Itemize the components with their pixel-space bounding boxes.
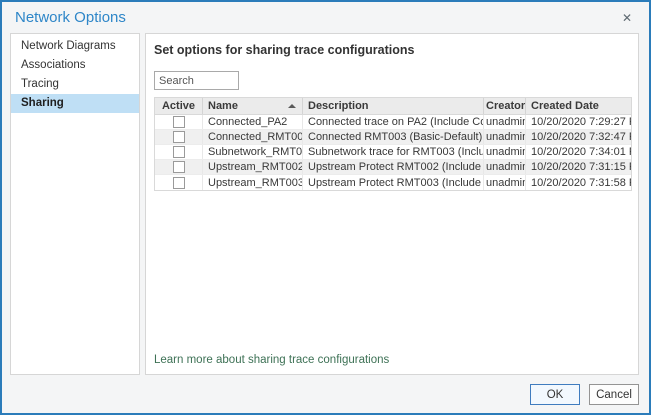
sort-ascending-icon (288, 104, 296, 108)
cell-name: Upstream_RMT002 (203, 160, 303, 174)
cell-created_date: 10/20/2020 7:31:58 PM (526, 175, 631, 190)
table-row[interactable]: Connected_RMT003Connected RMT003 (Basic-… (155, 130, 631, 145)
table-header-row: Active Name Description Creator Created … (155, 98, 631, 115)
table-row[interactable]: Upstream_RMT002Upstream Protect RMT002 (… (155, 160, 631, 175)
ok-button[interactable]: OK (530, 384, 580, 405)
column-header-creator[interactable]: Creator (484, 98, 526, 114)
cell-active (155, 175, 203, 190)
sharing-panel: Set options for sharing trace configurat… (145, 33, 639, 375)
sidebar-item-network-diagrams[interactable]: Network Diagrams (11, 37, 139, 56)
learn-more-link[interactable]: Learn more about sharing trace configura… (154, 354, 389, 366)
cell-description: Connected RMT003 (Basic-Default) (303, 130, 484, 144)
title-bar: Network Options ✕ (2, 2, 649, 33)
cell-name: Connected_PA2 (203, 115, 303, 129)
cell-description: Upstream Protect RMT003 (Include Content… (303, 175, 484, 190)
trace-config-table: Active Name Description Creator Created … (154, 97, 632, 191)
cell-name: Subnetwork_RMT003 (203, 145, 303, 159)
cell-description: Upstream Protect RMT002 (Include Contain… (303, 160, 484, 174)
search-input[interactable] (154, 71, 239, 90)
network-options-dialog: Network Options ✕ Network DiagramsAssoci… (0, 0, 651, 415)
cancel-button[interactable]: Cancel (589, 384, 639, 405)
cell-name: Connected_RMT003 (203, 130, 303, 144)
cell-active (155, 145, 203, 159)
cell-active (155, 160, 203, 174)
column-header-created-date[interactable]: Created Date (526, 98, 631, 114)
active-checkbox[interactable] (173, 161, 185, 173)
dialog-title: Network Options (15, 9, 126, 26)
table-row[interactable]: Subnetwork_RMT003Subnetwork trace for RM… (155, 145, 631, 160)
column-header-name-label: Name (208, 98, 238, 114)
cell-creator: unadmin (484, 160, 526, 174)
cell-created_date: 10/20/2020 7:29:27 PM (526, 115, 631, 129)
cell-creator: unadmin (484, 130, 526, 144)
active-checkbox[interactable] (173, 116, 185, 128)
cell-creator: unadmin (484, 115, 526, 129)
close-icon[interactable]: ✕ (619, 10, 635, 26)
column-header-active[interactable]: Active (155, 98, 203, 114)
sidebar-item-sharing[interactable]: Sharing (11, 94, 139, 113)
sidebar-item-tracing[interactable]: Tracing (11, 75, 139, 94)
table-row[interactable]: Connected_PA2Connected trace on PA2 (Inc… (155, 115, 631, 130)
sidebar: Network DiagramsAssociationsTracingShari… (10, 33, 140, 375)
cell-name: Upstream_RMT003 (203, 175, 303, 190)
table-body: Connected_PA2Connected trace on PA2 (Inc… (155, 115, 631, 190)
cell-creator: unadmin (484, 145, 526, 159)
column-header-description[interactable]: Description (303, 98, 484, 114)
cell-active (155, 130, 203, 144)
sidebar-list: Network DiagramsAssociationsTracingShari… (11, 37, 139, 113)
cell-description: Connected trace on PA2 (Include Containe… (303, 115, 484, 129)
cell-active (155, 115, 203, 129)
table-row[interactable]: Upstream_RMT003Upstream Protect RMT003 (… (155, 175, 631, 190)
column-header-name[interactable]: Name (203, 98, 303, 114)
active-checkbox[interactable] (173, 177, 185, 189)
cell-created_date: 10/20/2020 7:34:01 PM (526, 145, 631, 159)
active-checkbox[interactable] (173, 131, 185, 143)
active-checkbox[interactable] (173, 146, 185, 158)
cell-created_date: 10/20/2020 7:32:47 PM (526, 130, 631, 144)
sidebar-item-associations[interactable]: Associations (11, 56, 139, 75)
cell-creator: unadmin (484, 175, 526, 190)
cell-description: Subnetwork trace for RMT003 (Include Con… (303, 145, 484, 159)
cell-created_date: 10/20/2020 7:31:15 PM (526, 160, 631, 174)
panel-heading: Set options for sharing trace configurat… (154, 43, 414, 57)
